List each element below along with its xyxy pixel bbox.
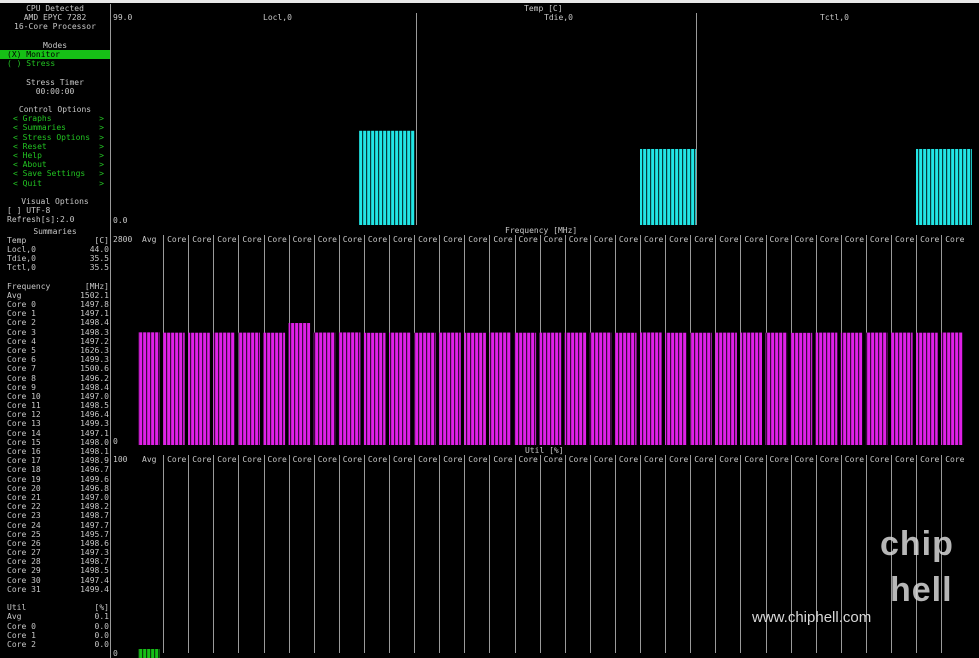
freq-bar-core-6 xyxy=(313,332,336,445)
freq-bar-core-25 xyxy=(790,332,813,445)
freq-bar-core-7 xyxy=(338,332,361,445)
util-bar-avg xyxy=(138,649,160,658)
freq-bar-core-18 xyxy=(614,332,637,445)
freq-bar-core-14 xyxy=(514,332,537,445)
watermark-logo-bottom: hell xyxy=(890,571,953,609)
temp-bar-locl0 xyxy=(359,130,415,225)
freq-bar-core-22 xyxy=(715,332,737,445)
freq-bar-core-3 xyxy=(238,332,260,445)
freq-bar-core-16 xyxy=(564,332,587,445)
freq-bar-core-12 xyxy=(464,332,486,445)
freq-bar-core-24 xyxy=(765,332,788,445)
freq-bar-core-0 xyxy=(163,332,185,445)
freq-bar-core-1 xyxy=(188,332,210,445)
freq-bar-core-4 xyxy=(263,332,286,445)
freq-bar-core-26 xyxy=(815,332,838,445)
freq-bar-core-28 xyxy=(865,332,888,445)
freq-bar-core-9 xyxy=(389,332,411,445)
temp-bar-tctl0 xyxy=(916,148,972,225)
freq-bar-core-5 xyxy=(288,323,311,445)
freq-bar-core-29 xyxy=(891,332,913,445)
freq-bar-core-11 xyxy=(439,332,461,445)
freq-bar-core-8 xyxy=(363,332,386,445)
freq-bar-core-23 xyxy=(740,332,762,445)
freq-bar-core-31 xyxy=(941,332,963,445)
freq-bar-core-30 xyxy=(916,332,938,445)
freq-bar-core-2 xyxy=(213,332,235,445)
watermark-site: www.chiphell.com xyxy=(752,609,872,626)
freq-bar-core-27 xyxy=(840,332,863,445)
freq-bar-core-17 xyxy=(589,332,612,445)
temp-bar-tdie0 xyxy=(640,148,696,225)
freq-bar-core-10 xyxy=(414,332,436,445)
freq-bar-avg xyxy=(138,332,160,445)
freq-bar-core-21 xyxy=(690,332,712,445)
charts-canvas xyxy=(138,130,972,658)
watermark-logo-top: chip xyxy=(880,525,954,563)
freq-bar-core-20 xyxy=(665,332,687,445)
freq-bar-core-13 xyxy=(489,332,511,445)
freq-bar-core-15 xyxy=(539,332,562,445)
freq-bar-core-19 xyxy=(640,332,662,445)
